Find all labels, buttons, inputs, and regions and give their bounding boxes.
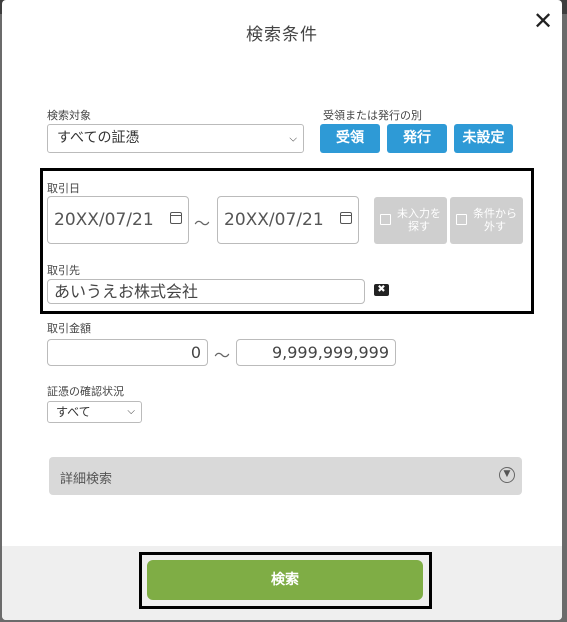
partner-input[interactable]: あいうえお株式会社 bbox=[47, 279, 365, 304]
amount-to-input[interactable]: 9,999,999,999 bbox=[236, 339, 396, 366]
clear-icon[interactable]: ✖ bbox=[374, 284, 389, 296]
advanced-search-toggle[interactable]: 詳細検索 ▼ bbox=[49, 457, 522, 495]
confirm-status-label: 証憑の確認状況 bbox=[47, 385, 124, 398]
date-range-separator: 〜 bbox=[194, 214, 211, 233]
received-button[interactable]: 受領 bbox=[320, 124, 380, 153]
exclude-condition-button[interactable]: 条件から外す bbox=[450, 197, 523, 244]
amount-from-input[interactable]: 0 bbox=[47, 339, 208, 366]
amount-label: 取引金額 bbox=[47, 322, 91, 335]
checkbox-icon bbox=[456, 214, 467, 225]
confirm-status-value: すべて bbox=[56, 405, 91, 419]
checkbox-icon bbox=[380, 214, 391, 225]
chevron-down-icon: ⌵ bbox=[289, 133, 297, 144]
dialog-title: 検索条件 bbox=[246, 25, 318, 45]
amount-from-value: 0 bbox=[190, 343, 201, 362]
partner-value: あいうえお株式会社 bbox=[54, 282, 199, 301]
amount-to-value: 9,999,999,999 bbox=[271, 343, 389, 362]
date-from-input[interactable]: 20XX/07/21 bbox=[47, 196, 189, 244]
find-unentered-button[interactable]: 未入力を探す bbox=[374, 197, 447, 244]
confirm-status-select[interactable]: すべて ⌵ bbox=[47, 401, 142, 423]
search-conditions-dialog: 検索条件 ✕ 検索対象 すべての証憑 ⌵ 受領または発行の別 受領 発行 未設定… bbox=[2, 0, 562, 620]
target-select-value: すべての証憑 bbox=[57, 130, 140, 146]
calendar-icon[interactable] bbox=[170, 212, 182, 224]
close-icon[interactable]: ✕ bbox=[530, 8, 556, 34]
transaction-date-label: 取引日 bbox=[47, 182, 80, 195]
date-to-input[interactable]: 20XX/07/21 bbox=[217, 196, 359, 244]
date-to-value: 20XX/07/21 bbox=[224, 210, 324, 230]
issued-button[interactable]: 発行 bbox=[387, 124, 447, 153]
date-from-value: 20XX/07/21 bbox=[54, 210, 154, 230]
unset-button[interactable]: 未設定 bbox=[454, 124, 513, 153]
issue-type-label: 受領または発行の別 bbox=[323, 109, 422, 122]
find-unentered-label: 未入力を探す bbox=[397, 207, 441, 233]
calendar-icon[interactable] bbox=[340, 212, 352, 224]
search-button[interactable]: 検索 bbox=[147, 560, 423, 600]
partner-label: 取引先 bbox=[47, 264, 80, 277]
amount-range-separator: 〜 bbox=[214, 346, 231, 365]
target-select[interactable]: すべての証憑 ⌵ bbox=[47, 124, 304, 153]
exclude-condition-label: 条件から外す bbox=[473, 207, 517, 233]
target-label: 検索対象 bbox=[47, 109, 91, 122]
chevron-down-icon: ⌵ bbox=[127, 406, 135, 417]
advanced-search-label: 詳細検索 bbox=[60, 472, 113, 487]
expand-down-icon: ▼ bbox=[499, 467, 515, 483]
